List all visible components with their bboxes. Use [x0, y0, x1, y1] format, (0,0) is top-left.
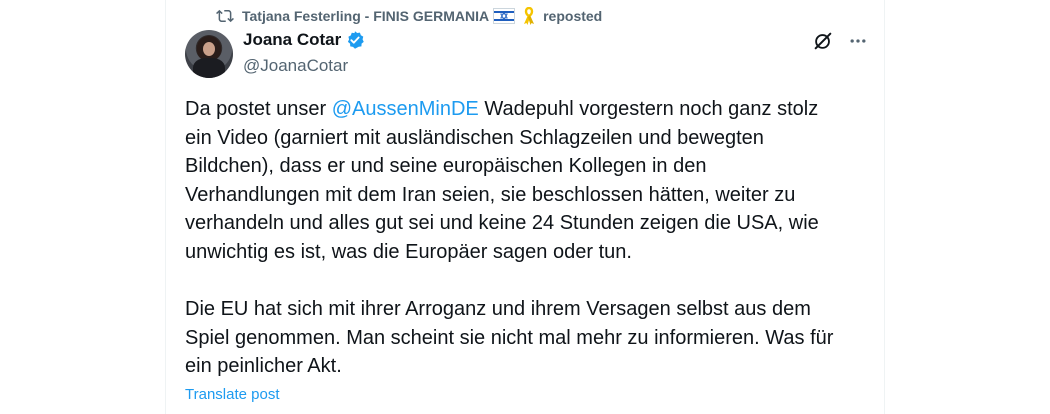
post-text-part-1: Da postet unser [185, 98, 332, 120]
author-handle[interactable]: @JoanaCotar [243, 56, 348, 76]
author-display-name[interactable]: Joana Cotar [243, 30, 341, 50]
author-name-row[interactable]: Joana Cotar [243, 30, 365, 50]
verified-badge-icon [348, 31, 364, 49]
mention-link[interactable]: @AussenMinDE [332, 98, 479, 120]
post-text: Da postet unser @AussenMinDE Wadepuhl vo… [185, 95, 875, 381]
grok-icon[interactable] [812, 30, 834, 52]
reposted-label: reposted [543, 8, 603, 24]
more-icon[interactable] [848, 31, 868, 51]
timeline-left-border [165, 0, 166, 414]
repost-context[interactable]: Tatjana Festerling - FINIS GERMANIA repo… [216, 6, 602, 26]
timeline-right-border [884, 0, 885, 414]
repost-icon [216, 9, 234, 23]
avatar[interactable] [185, 30, 233, 78]
translate-post-link[interactable]: Translate post [185, 386, 280, 403]
post-text-paragraph-2: Die EU hat sich mit ihrer Arroganz und i… [185, 298, 834, 378]
reposter-name[interactable]: Tatjana Festerling - FINIS GERMANIA [242, 8, 489, 24]
post-text-part-2: Wadepuhl vorgestern noch ganz stolz ein … [185, 98, 819, 263]
israel-flag-icon [493, 8, 516, 24]
yellow-ribbon-icon [524, 7, 535, 25]
post-top-actions [812, 30, 868, 52]
